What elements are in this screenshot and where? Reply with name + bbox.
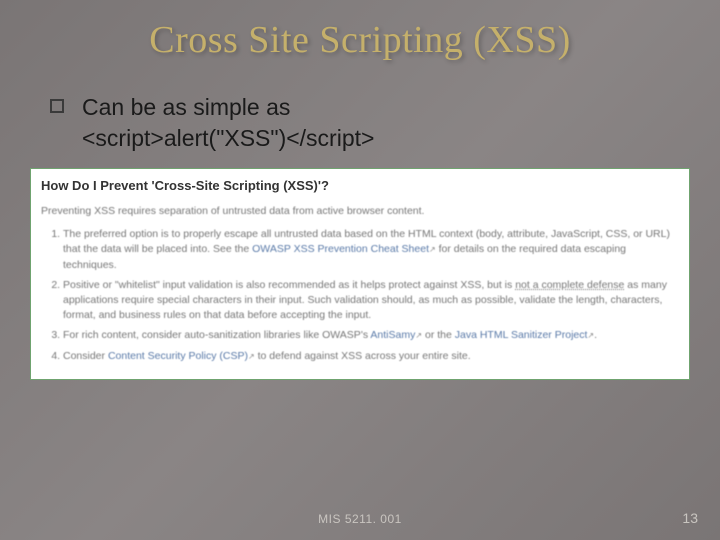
link: Content Security Policy (CSP) xyxy=(108,350,248,362)
link: Java HTML Sanitizer Project xyxy=(455,329,588,341)
text: Positive or "whitelist" input validation… xyxy=(63,279,515,291)
text: . xyxy=(594,329,597,341)
embedded-article: How Do I Prevent 'Cross-Site Scripting (… xyxy=(30,168,690,380)
external-link-icon: ↗ xyxy=(429,245,436,254)
slide-title: Cross Site Scripting (XSS) xyxy=(0,0,720,62)
list-item: For rich content, consider auto-sanitiza… xyxy=(63,328,679,343)
body-area: Can be as simple as <script>alert("XSS")… xyxy=(0,62,720,154)
text: to defend against XSS across your entire… xyxy=(255,350,471,362)
bullet-line-1: Can be as simple as xyxy=(82,94,290,120)
list-item: Consider Content Security Policy (CSP)↗ … xyxy=(63,349,679,364)
slide-number: 13 xyxy=(682,510,698,526)
bullet-square-icon xyxy=(50,99,64,113)
embed-intro: Preventing XSS requires separation of un… xyxy=(41,204,679,219)
footer-course-code: MIS 5211. 001 xyxy=(0,512,720,526)
text: or the xyxy=(422,329,455,341)
embed-heading: How Do I Prevent 'Cross-Site Scripting (… xyxy=(41,177,679,196)
list-item: The preferred option is to properly esca… xyxy=(63,227,679,273)
link: AntiSamy xyxy=(370,329,415,341)
text: Consider xyxy=(63,350,108,362)
bullet-row: Can be as simple as <script>alert("XSS")… xyxy=(50,92,670,154)
list-item: Positive or "whitelist" input validation… xyxy=(63,278,679,324)
bullet-line-2: <script>alert("XSS")</script> xyxy=(82,125,374,151)
external-link-icon: ↗ xyxy=(248,352,255,361)
embed-list: The preferred option is to properly esca… xyxy=(41,227,679,364)
bullet-text: Can be as simple as <script>alert("XSS")… xyxy=(82,92,374,154)
text: For rich content, consider auto-sanitiza… xyxy=(63,329,370,341)
underlined-text: not a complete defense xyxy=(515,279,624,291)
link: OWASP XSS Prevention Cheat Sheet xyxy=(252,243,429,255)
